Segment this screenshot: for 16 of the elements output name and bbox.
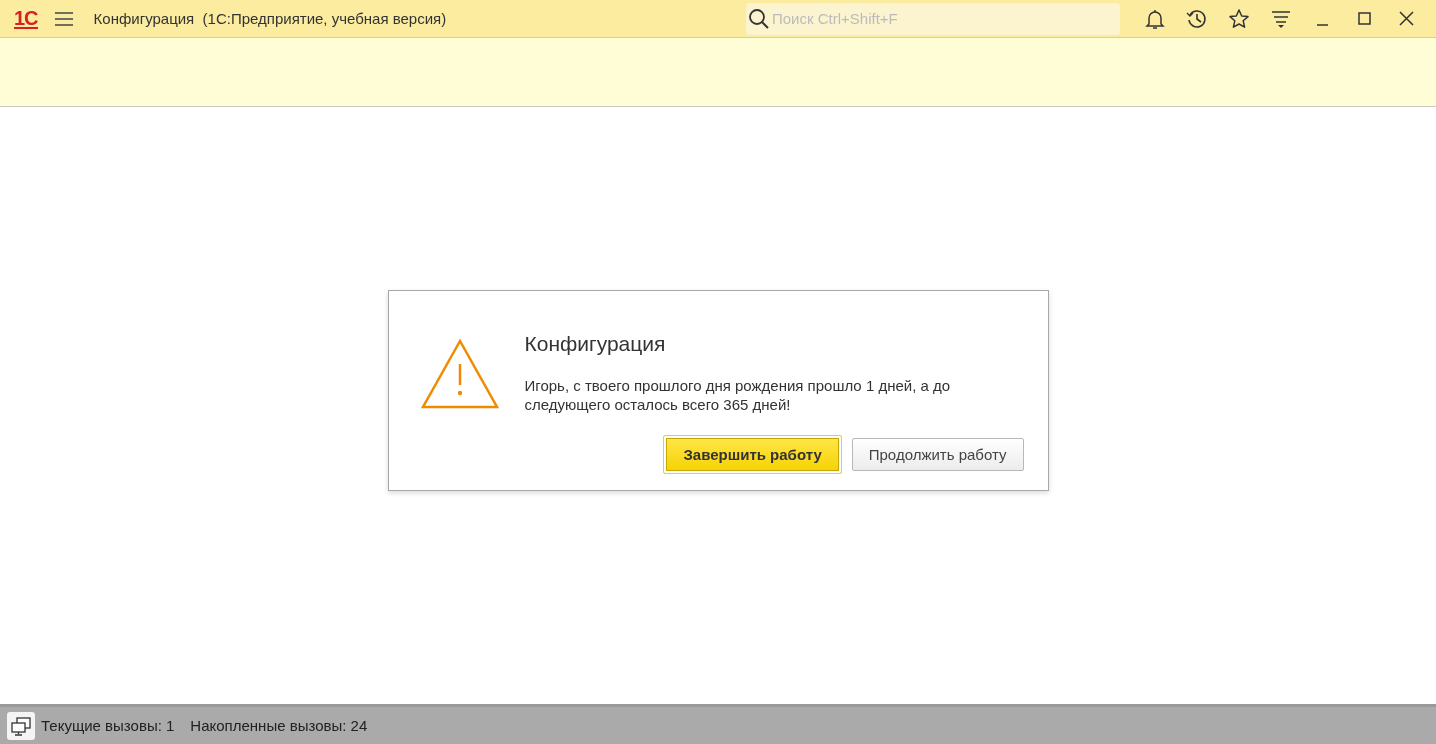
finish-button[interactable]: Завершить работу <box>663 435 842 474</box>
dialog-title: Конфигурация <box>524 332 667 356</box>
search-field[interactable]: Поиск Ctrl+Shift+F <box>746 2 1120 35</box>
star-icon[interactable] <box>1228 7 1250 30</box>
bell-icon[interactable] <box>1144 7 1166 30</box>
app-logo[interactable]: 1С <box>14 8 38 29</box>
continue-button[interactable]: Продолжить работу <box>851 438 1024 471</box>
dialog-message: Игорь, с твоего прошлого дня рождения прошло 1 дней, а до следующего осталось всего 365 дней! <box>524 376 952 414</box>
monitor-button[interactable] <box>7 711 35 740</box>
warning-icon <box>420 338 499 410</box>
monitors-icon <box>10 715 32 736</box>
window-title: Конфигурация (1С:Предприятие, учебная версия) <box>93 10 447 27</box>
status-text: Накопленные вызовы: 24 <box>190 717 368 734</box>
status-text: Текущие вызовы: 1 <box>41 717 175 734</box>
history-icon[interactable] <box>1186 7 1208 30</box>
menu-icon[interactable] <box>53 10 74 27</box>
